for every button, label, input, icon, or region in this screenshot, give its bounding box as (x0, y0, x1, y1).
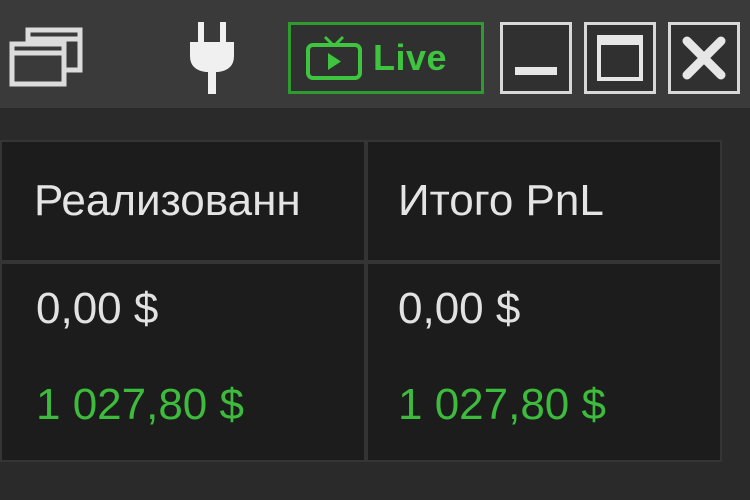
column-divider (364, 142, 368, 460)
title-bar: Live (0, 0, 750, 108)
live-button[interactable]: Live (288, 22, 484, 94)
pnl-table: Реализованн Итого PnL 0,00 $ 0,00 $ 1 02… (0, 140, 722, 462)
table-cell: 1 027,80 $ (36, 380, 244, 429)
minimize-button[interactable] (500, 22, 572, 94)
column-header-realized[interactable]: Реализованн (34, 176, 346, 226)
windows-icon[interactable] (8, 26, 84, 88)
tv-icon (305, 35, 363, 81)
maximize-button[interactable] (584, 22, 656, 94)
column-header-total-pnl[interactable]: Итого PnL (398, 176, 698, 226)
maximize-icon (597, 35, 643, 81)
table-cell: 0,00 $ (36, 284, 159, 333)
table-cell: 1 027,80 $ (398, 380, 606, 429)
table-cell: 0,00 $ (398, 284, 521, 333)
close-button[interactable] (668, 22, 740, 94)
minimize-icon (515, 67, 557, 75)
close-icon (682, 36, 726, 80)
plug-icon[interactable] (186, 20, 238, 96)
live-label: Live (373, 37, 448, 78)
pnl-panel: Реализованн Итого PnL 0,00 $ 0,00 $ 1 02… (0, 108, 750, 500)
header-divider (2, 260, 720, 264)
